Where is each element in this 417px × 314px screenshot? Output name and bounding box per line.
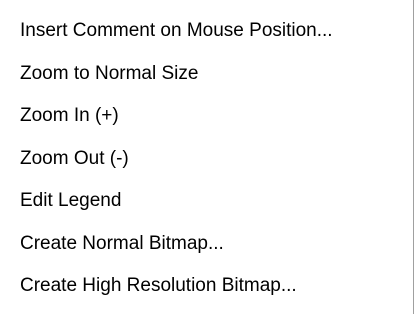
menu-item-edit-legend[interactable]: Edit Legend [0,180,413,223]
menu-item-create-normal-bitmap[interactable]: Create Normal Bitmap... [0,223,413,266]
menu-item-create-high-res-bitmap[interactable]: Create High Resolution Bitmap... [0,265,413,308]
menu-item-zoom-out[interactable]: Zoom Out (-) [0,138,413,181]
menu-item-insert-comment[interactable]: Insert Comment on Mouse Position... [0,10,413,53]
context-menu: Insert Comment on Mouse Position... Zoom… [0,0,414,314]
menu-item-zoom-normal[interactable]: Zoom to Normal Size [0,53,413,96]
menu-item-zoom-in[interactable]: Zoom In (+) [0,95,413,138]
